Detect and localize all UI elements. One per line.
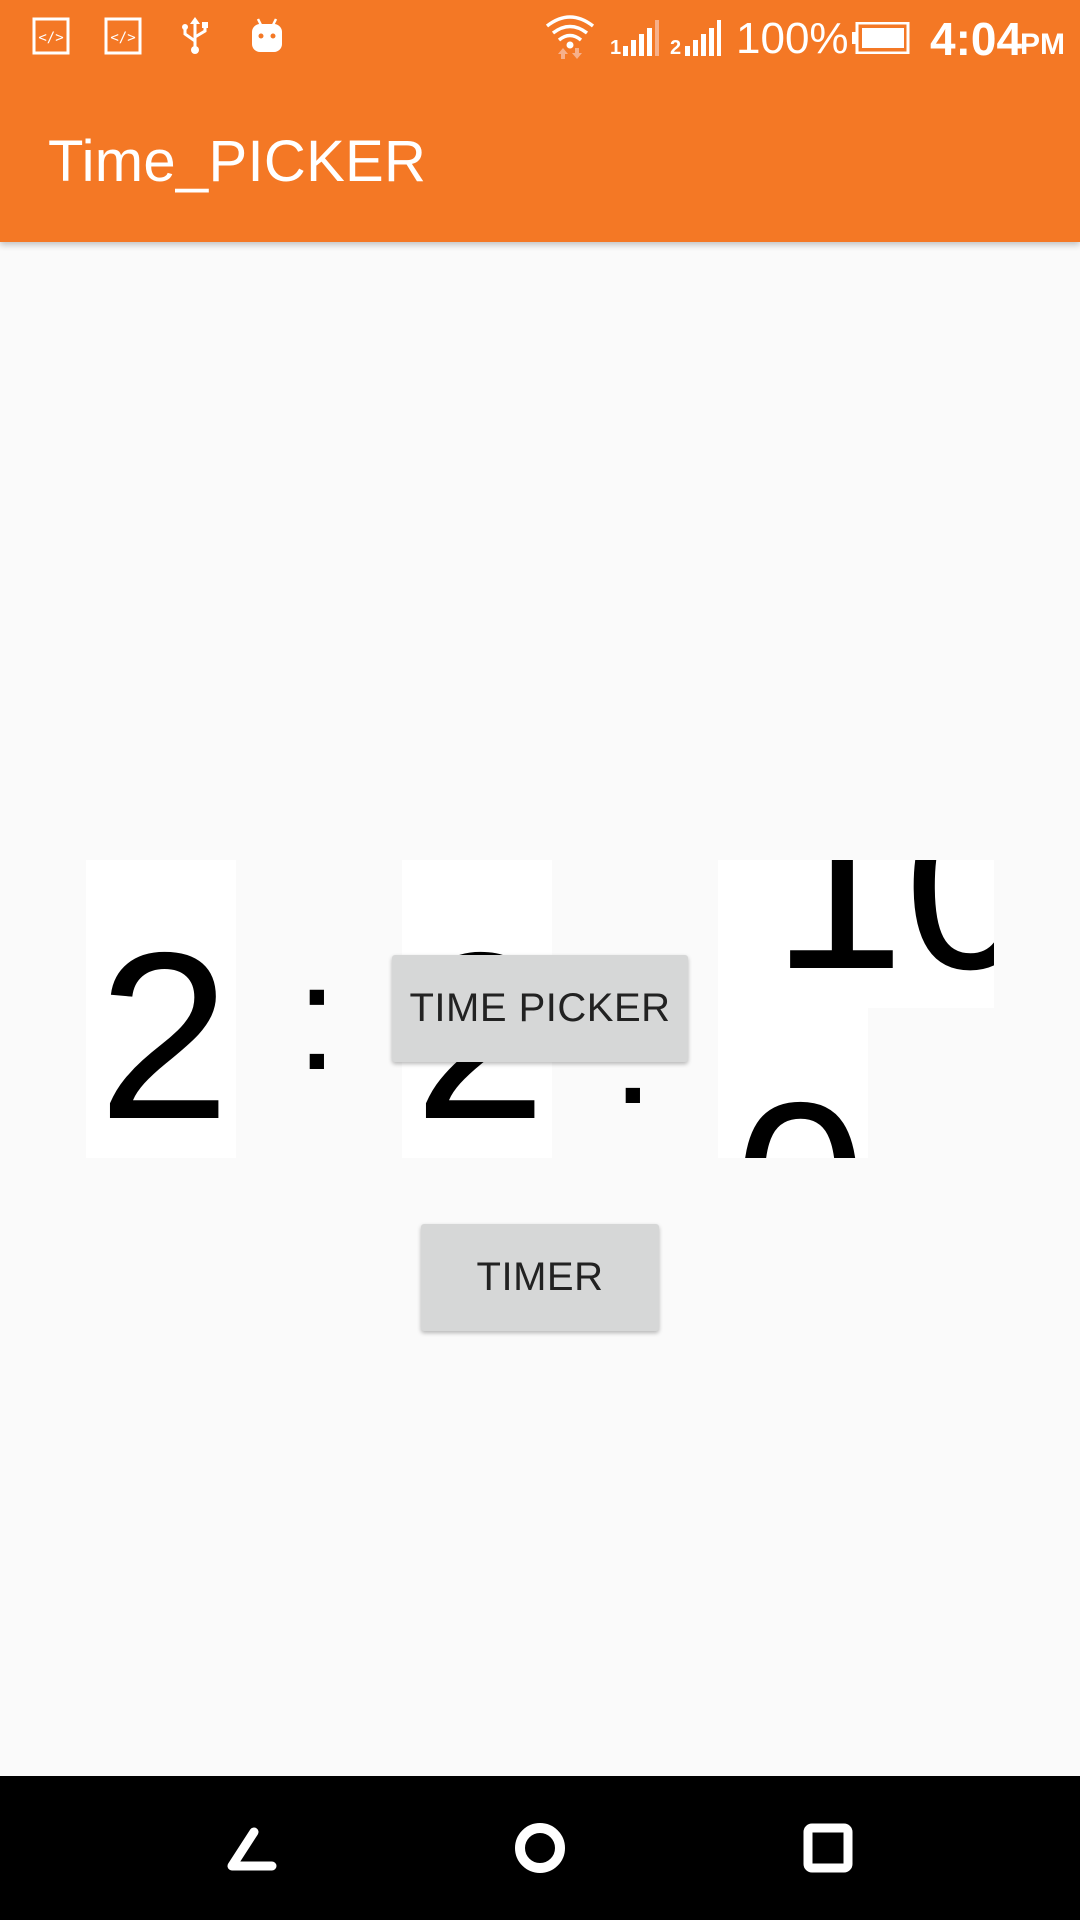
seconds-bottom-digit: 0: [734, 1068, 866, 1159]
time-picker-button[interactable]: TIME PICKER: [392, 955, 688, 1062]
hour-digit: 2: [98, 904, 231, 1158]
home-icon[interactable]: [510, 1818, 570, 1878]
battery-percent: 100%: [736, 14, 849, 63]
signal-icon: 2: [670, 20, 721, 58]
wifi-icon: [545, 15, 595, 59]
app-title: Time_PICKER: [48, 129, 427, 194]
clock-ampm: PM: [1020, 28, 1065, 61]
signal-icon: 1: [610, 20, 659, 58]
battery-icon: [852, 22, 910, 54]
colon-separator: :: [296, 933, 338, 1101]
hour-digit-box[interactable]: 2: [86, 860, 236, 1158]
svg-text:1: 1: [610, 37, 621, 58]
navigation-bar: [0, 1776, 1080, 1920]
svg-text:2: 2: [670, 37, 681, 58]
usb-icon: [182, 17, 208, 54]
recents-icon[interactable]: [798, 1818, 858, 1878]
back-icon[interactable]: [222, 1818, 282, 1878]
code-icon: </>: [104, 17, 142, 55]
code-icon: </>: [32, 17, 70, 55]
seconds-top-digit: 10: [772, 860, 994, 1008]
svg-text:</>: </>: [38, 30, 63, 46]
timer-button[interactable]: TIMER: [421, 1224, 659, 1331]
status-bar: </> </> 1 2 100% 4:04 PM: [0, 0, 1080, 75]
android-debug-icon: [252, 18, 282, 52]
top-app-area: </> </> 1 2 100% 4:04 PM Time_PICKER: [0, 0, 1080, 242]
svg-text:</>: </>: [110, 30, 135, 46]
seconds-top-box[interactable]: 10: [718, 860, 994, 1008]
clock-time: 4:04: [930, 13, 1023, 65]
seconds-bottom-box[interactable]: 0: [718, 1008, 868, 1158]
